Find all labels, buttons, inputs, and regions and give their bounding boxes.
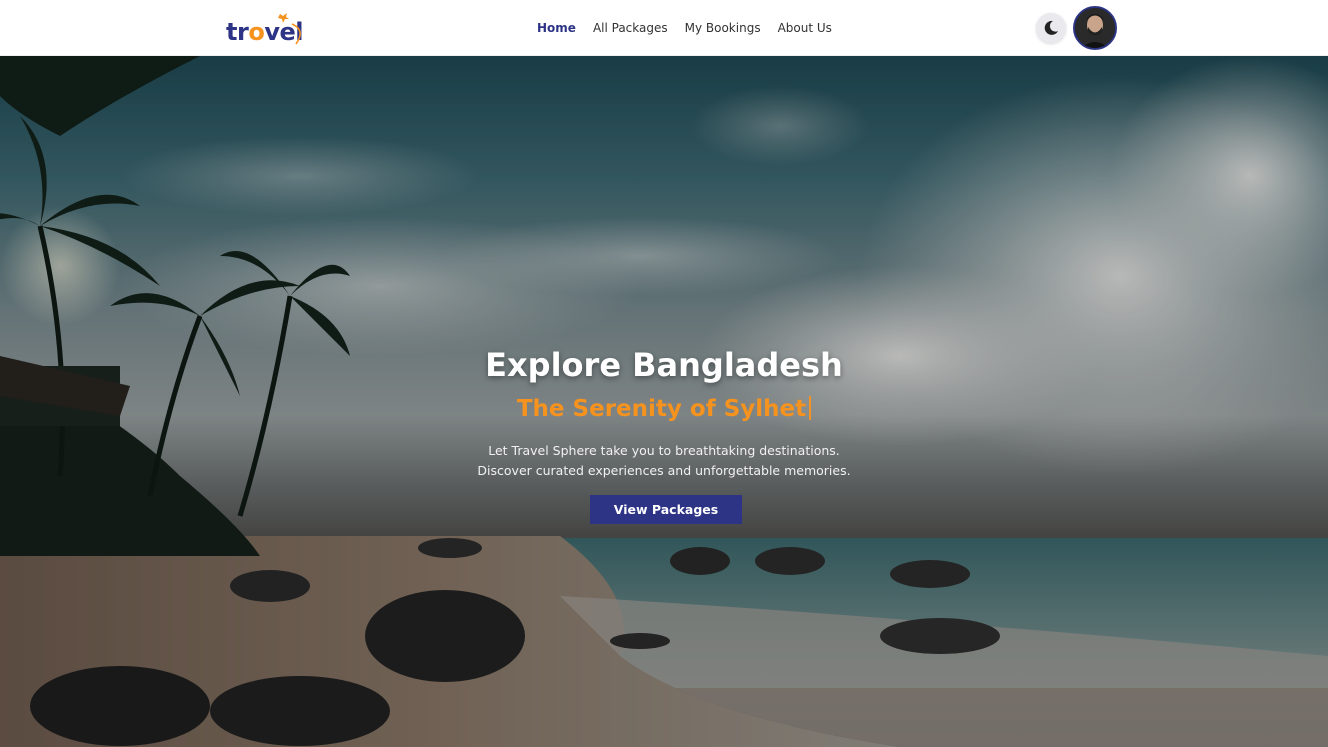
brand-logo[interactable]: trovel bbox=[226, 8, 316, 48]
hero-desc-line-2: Discover curated experiences and unforge… bbox=[477, 463, 851, 478]
plane-swoosh-icon bbox=[278, 13, 301, 45]
theme-toggle-button[interactable] bbox=[1036, 13, 1066, 43]
nav-home[interactable]: Home bbox=[537, 21, 576, 35]
moon-icon bbox=[1044, 20, 1058, 35]
user-avatar[interactable] bbox=[1073, 6, 1117, 50]
hero-description: Let Travel Sphere take you to breathtaki… bbox=[0, 441, 1328, 481]
hero-title: Explore Bangladesh bbox=[485, 346, 843, 384]
hero-section: Explore Bangladesh The Serenity of Sylhe… bbox=[0, 56, 1328, 747]
typing-cursor bbox=[809, 396, 812, 420]
hero-subtitle: The Serenity of Sylhet bbox=[0, 396, 1328, 422]
nav-all-packages[interactable]: All Packages bbox=[593, 21, 668, 35]
view-packages-button[interactable]: View Packages bbox=[590, 495, 742, 524]
nav-about-us[interactable]: About Us bbox=[778, 21, 832, 35]
hero-content: Explore Bangladesh The Serenity of Sylhe… bbox=[0, 56, 1328, 747]
hero-desc-line-1: Let Travel Sphere take you to breathtaki… bbox=[488, 443, 840, 458]
main-nav: Home All Packages My Bookings About Us bbox=[537, 0, 832, 56]
hero-subtitle-text: The Serenity of Sylhet bbox=[516, 396, 807, 422]
nav-my-bookings[interactable]: My Bookings bbox=[685, 21, 761, 35]
user-photo-icon bbox=[1075, 8, 1115, 48]
navbar: trovel Home All Packages My Bookings Abo… bbox=[0, 0, 1328, 56]
